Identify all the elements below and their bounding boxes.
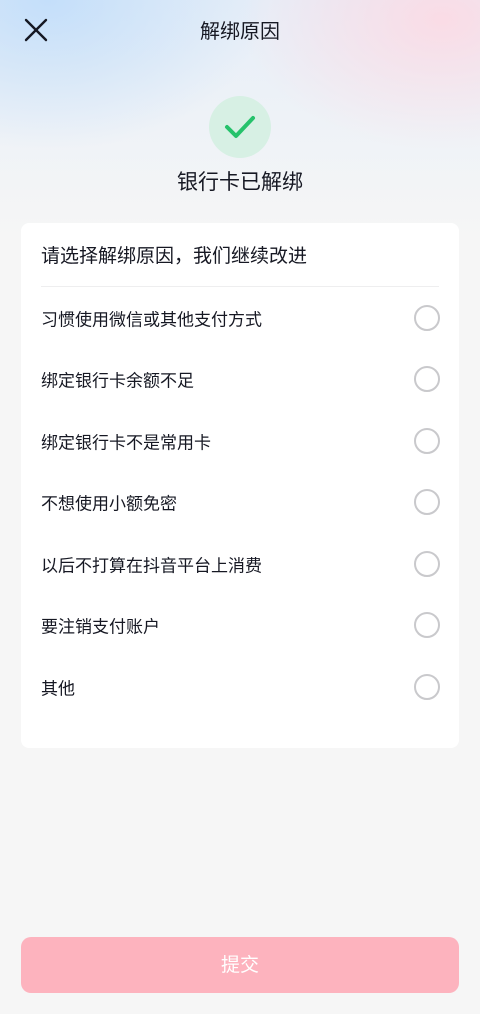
success-badge <box>209 96 271 158</box>
page-title: 解绑原因 <box>200 19 280 43</box>
submit-button[interactable]: 提交 <box>21 937 459 993</box>
reason-option-label: 不想使用小额免密 <box>41 494 177 515</box>
reason-option-label: 以后不打算在抖音平台上消费 <box>41 556 262 577</box>
reason-option[interactable]: 绑定银行卡余额不足 <box>21 351 459 407</box>
reason-option-label: 其他 <box>41 679 75 700</box>
reason-option[interactable]: 要注销支付账户 <box>21 597 459 653</box>
radio-button[interactable] <box>414 489 440 515</box>
reason-option-label: 绑定银行卡不是常用卡 <box>41 433 211 454</box>
radio-button[interactable] <box>414 366 440 392</box>
reason-option[interactable]: 其他 <box>21 659 459 715</box>
radio-button[interactable] <box>414 551 440 577</box>
radio-button[interactable] <box>414 305 440 331</box>
reason-option[interactable]: 以后不打算在抖音平台上消费 <box>21 536 459 592</box>
radio-button[interactable] <box>414 674 440 700</box>
radio-button[interactable] <box>414 612 440 638</box>
reason-card: 请选择解绑原因，我们继续改进 习惯使用微信或其他支付方式 绑定银行卡余额不足 绑… <box>21 223 459 748</box>
reason-option[interactable]: 不想使用小额免密 <box>21 474 459 530</box>
reason-option-label: 要注销支付账户 <box>41 617 160 638</box>
reason-option[interactable]: 习惯使用微信或其他支付方式 <box>21 290 459 346</box>
reason-card-title: 请选择解绑原因，我们继续改进 <box>41 245 308 267</box>
status-text: 银行卡已解绑 <box>177 170 303 194</box>
divider <box>41 286 439 287</box>
reason-option[interactable]: 绑定银行卡不是常用卡 <box>21 413 459 469</box>
radio-button[interactable] <box>414 428 440 454</box>
header: 解绑原因 <box>0 0 480 58</box>
reason-option-label: 绑定银行卡余额不足 <box>41 371 194 392</box>
reason-option-label: 习惯使用微信或其他支付方式 <box>41 310 262 331</box>
check-icon <box>225 116 255 138</box>
